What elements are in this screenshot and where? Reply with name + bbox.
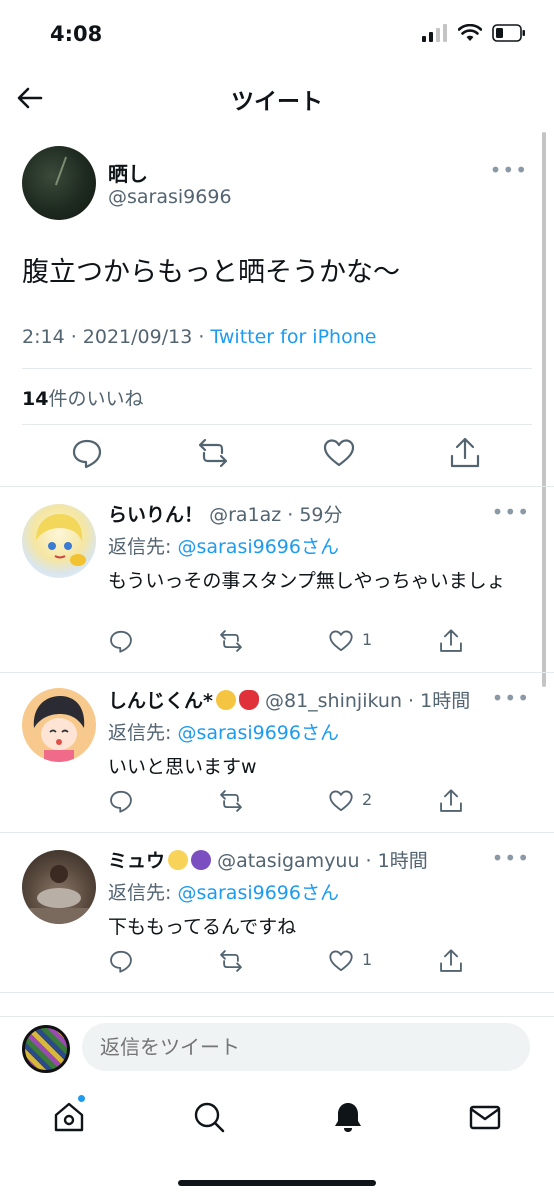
likes-summary[interactable]: 14件のいいね [22, 384, 143, 411]
reply-to: 返信先: @sarasi9696さん [108, 878, 339, 905]
avatar[interactable] [22, 504, 96, 578]
reply-icon[interactable] [108, 628, 134, 654]
tweet-text: 腹立つからもっと晒そうかな〜 [22, 257, 400, 288]
like-count: 2 [362, 790, 373, 809]
reply-icon[interactable] [70, 436, 104, 470]
more-icon[interactable]: ••• [492, 500, 530, 524]
divider [0, 672, 554, 673]
reply-to-label: 返信先: [108, 882, 178, 904]
hatching-chick-emoji-icon [168, 850, 189, 870]
likes-label: 件のいいね [48, 388, 144, 410]
like-icon[interactable] [328, 948, 354, 974]
author-name[interactable]: らいりん！ [108, 504, 203, 526]
mail-icon[interactable] [468, 1100, 502, 1134]
author-meta[interactable]: @ra1az · 59分 [209, 504, 342, 526]
share-icon[interactable] [438, 948, 464, 974]
avatar[interactable] [22, 1025, 70, 1073]
reply-to: 返信先: @sarasi9696さん [108, 532, 339, 559]
avatar[interactable] [22, 146, 96, 220]
status-icons [422, 24, 526, 42]
likes-count: 14 [22, 388, 49, 410]
share-icon[interactable] [438, 788, 464, 814]
mention-link[interactable]: @sarasi9696さん [177, 722, 339, 744]
reply-tweet[interactable]: らいりん！ @ra1az · 59分 ••• 返信先: @sarasi9696さ… [0, 500, 554, 670]
reply-tweet[interactable]: しんじくん* @81_shinjikun · 1時間 ••• 返信先: @sar… [0, 686, 554, 826]
reply-actions: 1 [108, 628, 528, 658]
author-meta[interactable]: @atasigamyuu · 1時間 [217, 850, 428, 872]
signal-icon [422, 24, 447, 42]
page-title: ツイート [231, 89, 323, 115]
author-handle[interactable]: @sarasi9696 [108, 186, 232, 208]
reply-to-label: 返信先: [108, 722, 178, 744]
bell-icon[interactable] [331, 1100, 365, 1134]
pleading-emoji-icon [215, 690, 236, 710]
reply-header: ミュウ @atasigamyuu · 1時間 [108, 846, 428, 873]
retweet-icon[interactable] [218, 788, 244, 814]
tweet-meta: 2:14 · 2021/09/13 · Twitter for iPhone [22, 326, 376, 348]
status-bar: 4:08 [0, 0, 554, 70]
tab-bar [0, 1086, 554, 1166]
reply-actions: 2 [108, 788, 528, 818]
more-icon[interactable]: ••• [492, 846, 530, 870]
reply-text: もういっその事スタンプ無しやっちゃいましょ [108, 570, 506, 592]
reply-icon[interactable] [108, 788, 134, 814]
reply-text: いいと思いますw [108, 756, 257, 778]
tweet-timestamp: 2:14 · 2021/09/13 · [22, 326, 211, 348]
share-icon[interactable] [448, 436, 482, 470]
avatar-illustration [33, 696, 85, 762]
avatar-photo [28, 865, 90, 924]
reply-icon[interactable] [108, 948, 134, 974]
divider [0, 832, 554, 833]
like-icon[interactable] [328, 788, 354, 814]
more-icon[interactable]: ••• [492, 686, 530, 710]
divider [22, 424, 532, 425]
reply-tweet[interactable]: ミュウ @atasigamyuu · 1時間 ••• 返信先: @sarasi9… [0, 846, 554, 986]
share-icon[interactable] [438, 628, 464, 654]
mention-link[interactable]: @sarasi9696さん [177, 536, 339, 558]
wifi-icon [458, 24, 482, 41]
reply-to-label: 返信先: [108, 536, 178, 558]
tweet-actions [22, 436, 532, 476]
retweet-icon[interactable] [218, 948, 244, 974]
reply-actions: 1 [108, 948, 528, 978]
retweet-icon[interactable] [218, 628, 244, 654]
tweet-source-link[interactable]: Twitter for iPhone [210, 326, 376, 348]
notification-dot [77, 1094, 86, 1103]
like-icon[interactable] [322, 436, 356, 470]
avatar-illustration [36, 514, 86, 566]
devil-emoji-icon [191, 850, 212, 870]
divider [22, 368, 532, 369]
home-indicator[interactable] [178, 1180, 376, 1186]
reply-header: しんじくん* @81_shinjikun · 1時間 [108, 686, 470, 713]
more-icon[interactable]: ••• [490, 158, 528, 182]
reply-text: 下ももってるんですね [108, 916, 297, 938]
avatar[interactable] [22, 850, 96, 924]
nav-bar: ツイート [0, 70, 554, 126]
compose-bar [0, 1016, 554, 1086]
divider [0, 992, 554, 993]
reply-header: らいりん！ @ra1az · 59分 [108, 500, 343, 527]
search-icon[interactable] [192, 1100, 226, 1134]
author-name[interactable]: 晒し [108, 158, 148, 187]
author-name[interactable]: しんじくん* [108, 690, 213, 712]
avatar[interactable] [22, 688, 96, 762]
like-count: 1 [362, 950, 373, 969]
author-meta[interactable]: @81_shinjikun · 1時間 [265, 690, 470, 712]
like-icon[interactable] [328, 628, 354, 654]
battery-icon [492, 24, 525, 42]
home-icon[interactable] [52, 1100, 86, 1134]
retweet-icon[interactable] [196, 436, 230, 470]
author-name[interactable]: ミュウ [108, 850, 165, 872]
status-time: 4:08 [50, 22, 103, 46]
like-count: 1 [362, 630, 373, 649]
divider [0, 486, 554, 487]
reply-input[interactable] [82, 1023, 530, 1071]
strawberry-emoji-icon [238, 690, 259, 710]
mention-link[interactable]: @sarasi9696さん [177, 882, 339, 904]
reply-to: 返信先: @sarasi9696さん [108, 718, 339, 745]
